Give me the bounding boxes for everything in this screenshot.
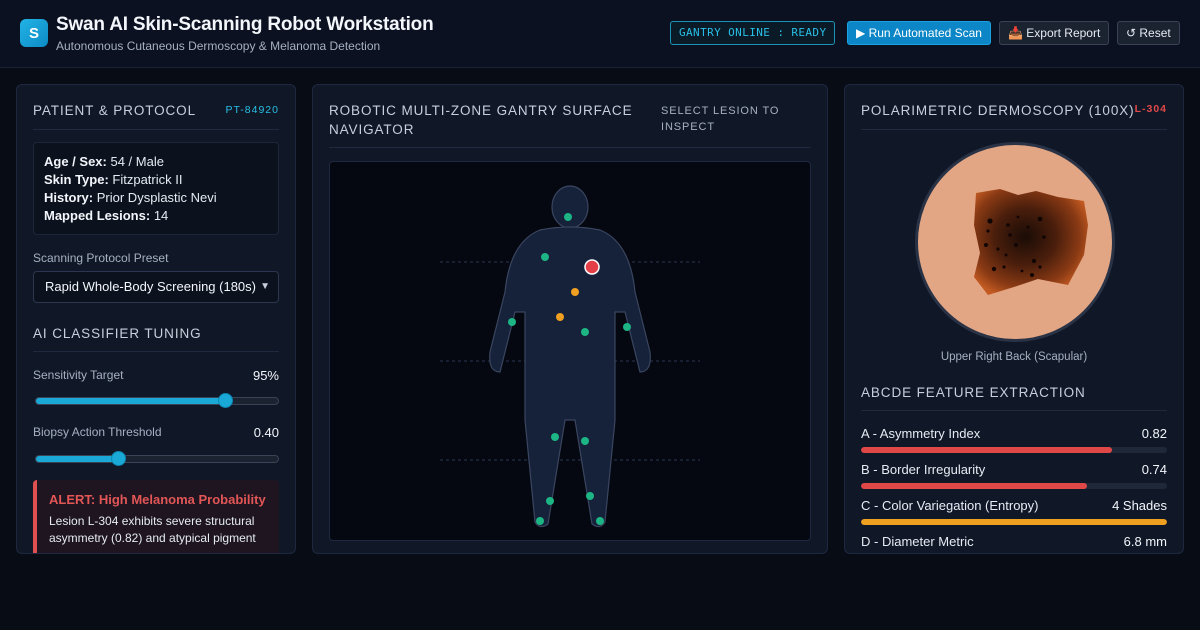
feature-label-border: B - Border Irregularity bbox=[861, 462, 986, 477]
divider bbox=[861, 129, 1167, 130]
chevron-down-icon: ▼ bbox=[260, 281, 270, 292]
slider-thumb[interactable] bbox=[111, 451, 127, 466]
melanoma-alert: ALERT: High Melanoma Probability Lesion … bbox=[33, 480, 279, 553]
feature-value-color: 4 Shades bbox=[1112, 498, 1167, 513]
patient-field-history: History: Prior Dysplastic Nevi bbox=[44, 190, 217, 205]
patient-field-lesions: Mapped Lesions: 14 bbox=[44, 208, 169, 223]
sensitivity-value: 95% bbox=[252, 368, 279, 383]
feature-bar-fill bbox=[861, 483, 1088, 489]
feature-bar-border bbox=[861, 483, 1167, 489]
divider bbox=[861, 410, 1167, 411]
lesion-marker[interactable] bbox=[551, 433, 559, 441]
alert-text: Lesion L-304 exhibits severe structural … bbox=[49, 514, 256, 545]
lesion-marker[interactable] bbox=[623, 323, 631, 331]
patient-section-title: Patient & Protocol bbox=[33, 103, 196, 118]
classifier-section-title: AI Classifier Tuning bbox=[33, 326, 202, 341]
lesion-marker[interactable] bbox=[556, 313, 564, 321]
slider-fill bbox=[36, 456, 119, 462]
patient-panel: Patient & Protocol PT-84920 Age / Sex: 5… bbox=[16, 84, 296, 554]
lesion-location: Upper Right Back (Scapular) bbox=[940, 351, 1088, 363]
patient-info-box: Age / Sex: 54 / Male Skin Type: Fitzpatr… bbox=[33, 142, 279, 235]
dermoscopy-section-title: Polarimetric Dermoscopy (100x) bbox=[861, 103, 1135, 118]
feature-bar-asymmetry bbox=[861, 447, 1167, 453]
app-title: Swan AI Skin-Scanning Robot Workstation bbox=[56, 14, 434, 35]
threshold-label: Biopsy Action Threshold bbox=[33, 425, 162, 439]
body-head bbox=[551, 185, 589, 229]
feature-value-border: 0.74 bbox=[1141, 462, 1167, 477]
body-torso bbox=[489, 226, 651, 528]
feature-value-asymmetry: 0.82 bbox=[1141, 426, 1167, 441]
protocol-label: Scanning Protocol Preset bbox=[33, 251, 169, 265]
app-header: S Swan AI Skin-Scanning Robot Workstatio… bbox=[0, 0, 1200, 68]
app-logo: S bbox=[20, 19, 48, 47]
feature-bar-fill bbox=[861, 447, 1112, 453]
lesion-marker[interactable] bbox=[536, 517, 544, 525]
feature-value-diameter: 6.8 mm bbox=[1123, 534, 1167, 549]
lesion-image bbox=[974, 189, 1088, 295]
threshold-value: 0.40 bbox=[253, 425, 279, 440]
feature-label-color: C - Color Variegation (Entropy) bbox=[861, 498, 1039, 513]
reset-button[interactable]: ↺ Reset bbox=[1117, 21, 1180, 45]
export-report-button[interactable]: 📥 Export Report bbox=[999, 21, 1110, 45]
lesion-id: L-304 bbox=[1134, 103, 1167, 115]
sensitivity-label: Sensitivity Target bbox=[33, 368, 124, 382]
patient-field-skin: Skin Type: Fitzpatrick II bbox=[44, 172, 183, 187]
alert-title: ALERT: High Melanoma Probability bbox=[49, 492, 266, 507]
navigator-panel: Robotic Multi-Zone Gantry Surface Naviga… bbox=[312, 84, 828, 554]
lesion-marker[interactable] bbox=[546, 497, 554, 505]
body-map bbox=[440, 185, 700, 528]
feature-label-diameter: D - Diameter Metric bbox=[861, 534, 974, 549]
divider bbox=[33, 129, 279, 130]
lesion-marker[interactable] bbox=[586, 492, 594, 500]
slider-thumb[interactable] bbox=[217, 393, 233, 408]
body-silhouette bbox=[489, 185, 651, 528]
navigator-title: Robotic Multi-Zone Gantry Surface Naviga… bbox=[329, 103, 633, 137]
gantry-canvas[interactable] bbox=[329, 161, 811, 541]
lesion-marker-l304[interactable] bbox=[584, 259, 600, 275]
abcde-section-title: ABCDE Feature Extraction bbox=[861, 385, 1086, 400]
lesion-marker[interactable] bbox=[508, 318, 516, 326]
sensitivity-slider[interactable] bbox=[35, 393, 279, 408]
threshold-slider[interactable] bbox=[35, 451, 279, 466]
lesion-marker[interactable] bbox=[581, 328, 589, 336]
lesion-marker[interactable] bbox=[596, 517, 604, 525]
patient-field-age: Age / Sex: 54 / Male bbox=[44, 154, 164, 169]
feature-bar-color bbox=[861, 519, 1167, 525]
protocol-select[interactable]: Rapid Whole-Body Screening (180s) ▼ bbox=[33, 271, 279, 303]
lesion-marker[interactable] bbox=[541, 253, 549, 261]
divider bbox=[33, 351, 279, 352]
slider-fill bbox=[36, 398, 225, 404]
divider bbox=[329, 147, 811, 148]
feature-label-asymmetry: A - Asymmetry Index bbox=[861, 426, 981, 441]
lesion-marker[interactable] bbox=[581, 437, 589, 445]
dermoscopy-panel: Polarimetric Dermoscopy (100x) L-304 bbox=[844, 84, 1184, 554]
app-subtitle: Autonomous Cutaneous Dermoscopy & Melano… bbox=[56, 39, 381, 53]
patient-id: PT-84920 bbox=[225, 104, 279, 116]
run-scan-button[interactable]: ▶ Run Automated Scan bbox=[847, 21, 991, 45]
lesion-marker[interactable] bbox=[564, 213, 572, 221]
lesion-shape bbox=[974, 189, 1088, 295]
lesion-marker[interactable] bbox=[571, 288, 579, 296]
navigator-hint: Select lesion to inspect bbox=[661, 105, 780, 133]
dermoscopy-view[interactable] bbox=[915, 142, 1115, 342]
feature-bar-fill bbox=[861, 519, 1167, 525]
gantry-status-badge: GANTRY ONLINE : READY bbox=[670, 21, 836, 45]
